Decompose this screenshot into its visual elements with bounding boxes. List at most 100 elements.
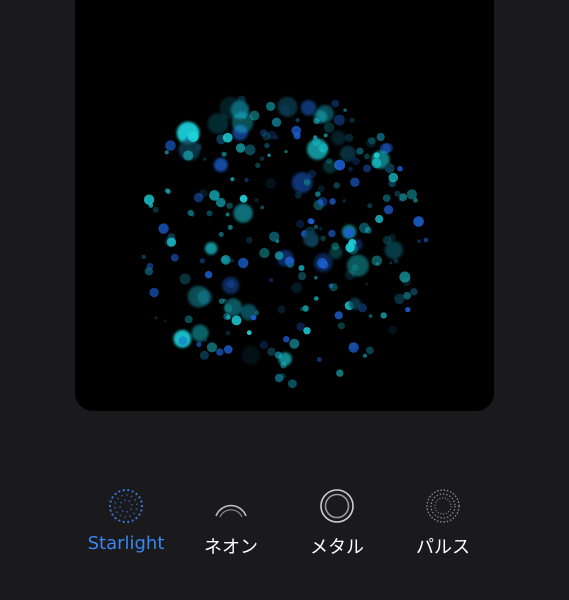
particle — [193, 192, 204, 203]
particle — [259, 247, 270, 259]
particle — [295, 118, 300, 123]
particle — [199, 350, 209, 360]
particle — [187, 285, 210, 308]
metal-icon — [320, 489, 354, 523]
starlight-particle-preview — [141, 95, 429, 389]
particle — [216, 348, 224, 356]
particle — [204, 271, 213, 279]
particle — [265, 177, 277, 189]
particle — [170, 253, 179, 262]
particle — [163, 319, 167, 323]
particle — [298, 265, 305, 271]
particle — [403, 291, 412, 300]
particle — [397, 165, 403, 172]
pulse-icon — [426, 489, 460, 523]
style-option-starlight[interactable]: Starlight — [76, 486, 176, 566]
particle — [293, 132, 301, 140]
particle — [314, 276, 318, 280]
particle — [413, 216, 424, 227]
particle — [283, 336, 290, 343]
particle — [303, 179, 311, 186]
particle — [154, 316, 158, 320]
particle — [221, 151, 227, 157]
particle — [406, 189, 417, 200]
particle — [384, 205, 394, 215]
particle — [331, 242, 340, 250]
particle — [394, 293, 405, 305]
particle — [410, 288, 418, 296]
particle — [239, 194, 248, 203]
particle — [250, 314, 257, 321]
particle — [356, 147, 364, 155]
particle — [152, 206, 159, 213]
particle — [313, 135, 318, 140]
particle — [230, 259, 234, 263]
particle — [329, 283, 338, 292]
effect-style-selector: Starlight ネオン メタル パルス — [0, 486, 569, 566]
particle — [213, 157, 228, 172]
particle — [352, 157, 360, 166]
particle — [375, 214, 384, 224]
particle — [267, 153, 271, 157]
particle — [317, 185, 325, 193]
particle — [350, 177, 360, 187]
particle — [143, 194, 155, 205]
particle — [375, 262, 379, 266]
particle — [226, 202, 233, 209]
particle — [319, 226, 323, 231]
particle — [277, 305, 286, 314]
particle — [317, 196, 328, 207]
particle — [209, 190, 220, 201]
particle — [336, 369, 344, 377]
particle — [266, 101, 276, 111]
particle — [203, 338, 207, 342]
particle — [363, 164, 371, 173]
particle — [254, 310, 259, 316]
particle — [227, 224, 233, 230]
particle — [315, 191, 321, 197]
particle — [259, 156, 265, 161]
particle — [224, 345, 233, 354]
particle — [367, 203, 373, 209]
particle — [271, 117, 282, 127]
particle — [333, 182, 340, 189]
particle — [346, 254, 369, 277]
particle — [329, 198, 336, 205]
particle — [158, 223, 169, 234]
particle — [184, 315, 193, 324]
particle — [313, 110, 328, 124]
particle — [331, 130, 346, 146]
particle — [221, 255, 231, 265]
particle — [328, 229, 336, 238]
particle — [178, 336, 188, 346]
particle — [368, 137, 376, 145]
particle — [246, 236, 253, 244]
particle — [344, 227, 354, 238]
particle — [334, 311, 343, 320]
particle — [289, 338, 300, 349]
particle — [269, 277, 274, 283]
particle — [204, 242, 218, 255]
particle — [405, 307, 411, 313]
particle — [320, 235, 326, 242]
particle — [345, 242, 355, 253]
style-option-neon[interactable]: ネオン — [181, 486, 281, 566]
particle — [337, 322, 345, 330]
particle — [277, 96, 298, 118]
particle — [331, 99, 340, 108]
particle — [317, 257, 328, 269]
particle — [323, 159, 337, 174]
particle — [300, 100, 317, 116]
style-option-label: Starlight — [87, 533, 165, 554]
particle — [244, 144, 256, 156]
particle — [238, 257, 249, 269]
particle — [314, 296, 319, 301]
starlight-icon — [108, 489, 144, 523]
style-option-metal[interactable]: メタル — [287, 486, 387, 566]
particle — [164, 188, 170, 193]
particle — [313, 224, 319, 230]
particle — [417, 239, 421, 243]
particle — [183, 150, 194, 161]
style-option-pulse[interactable]: パルス — [393, 486, 493, 566]
particle — [307, 235, 318, 247]
